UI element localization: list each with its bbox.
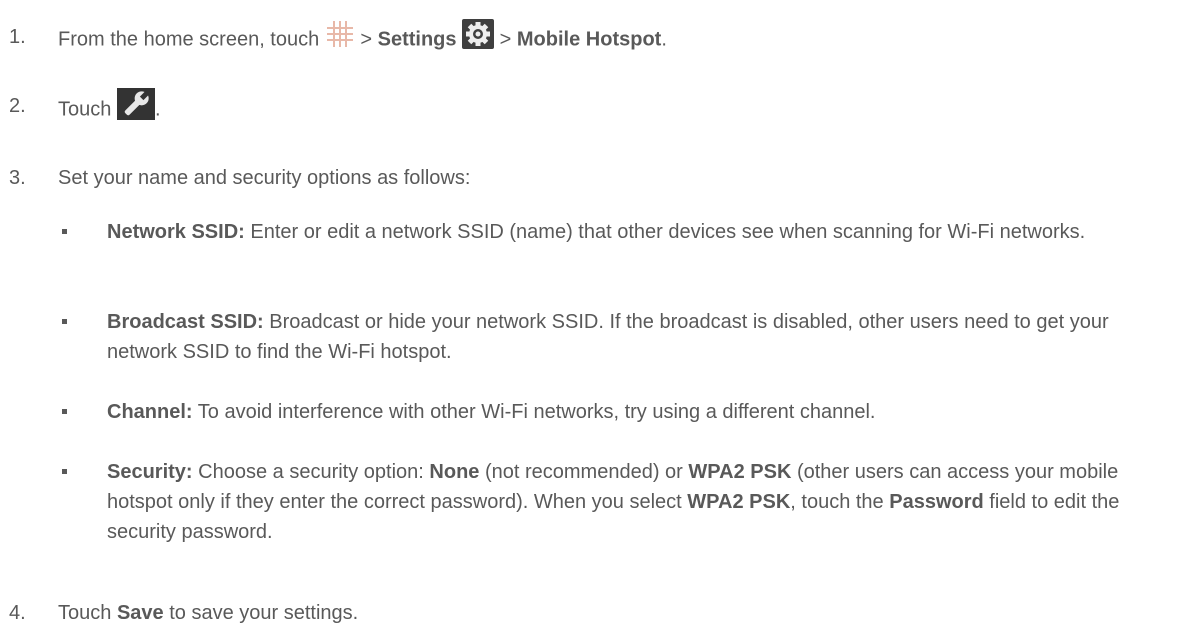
step-number: 3. [9, 167, 26, 189]
step-text: Touch . [58, 88, 161, 126]
option-text: Security: Choose a security option: None… [107, 457, 1157, 547]
wpa2-psk-option: WPA2 PSK [688, 461, 792, 483]
option-description: To avoid interference with other Wi-Fi n… [197, 401, 876, 423]
option-description: Enter or edit a network SSID (name) that… [250, 221, 1086, 243]
wrench-icon [116, 88, 155, 120]
option-label: Network SSID: [107, 221, 245, 243]
bullet-marker [62, 469, 67, 474]
option-label: Channel: [107, 401, 193, 423]
save-label: Save [116, 602, 164, 624]
separator: > [499, 28, 512, 51]
option-label: Security: [107, 461, 193, 483]
step-number: 1. [9, 26, 26, 48]
bullet-marker [62, 319, 67, 324]
apps-grid-icon [325, 19, 355, 49]
step-text: From the home screen, touch > Settings >… [58, 19, 667, 55]
step-number: 4. [9, 602, 26, 624]
separator: > [360, 28, 373, 51]
step-prefix: Touch [58, 602, 112, 624]
option-label: Broadcast SSID: [107, 311, 264, 333]
option-text: Broadcast SSID: Broadcast or hide your n… [107, 307, 1157, 367]
step-prefix: From the home screen, touch [58, 28, 320, 51]
password-field-label: Password [889, 491, 984, 513]
option-description: Choose a security option: [198, 461, 424, 483]
step-suffix: to save your settings. [169, 602, 359, 624]
step-prefix: Touch [58, 98, 112, 121]
option-description: , touch the [790, 491, 884, 513]
step-text: Set your name and security options as fo… [58, 167, 471, 189]
none-option: None [429, 461, 480, 483]
settings-gear-icon [462, 19, 495, 49]
step-text: Touch Save to save your settings. [58, 601, 358, 625]
period: . [661, 28, 667, 51]
option-text: Network SSID: Enter or edit a network SS… [107, 217, 1157, 247]
step-number: 2. [9, 95, 26, 117]
bullet-marker [62, 229, 67, 234]
wpa2-psk-option: WPA2 PSK [687, 491, 791, 513]
option-description: (not recommended) or [484, 461, 683, 483]
bullet-marker [62, 409, 67, 414]
mobile-hotspot-label: Mobile Hotspot [516, 28, 662, 51]
option-text: Channel: To avoid interference with othe… [107, 397, 1157, 427]
period: . [154, 98, 161, 121]
settings-label: Settings [377, 28, 457, 51]
